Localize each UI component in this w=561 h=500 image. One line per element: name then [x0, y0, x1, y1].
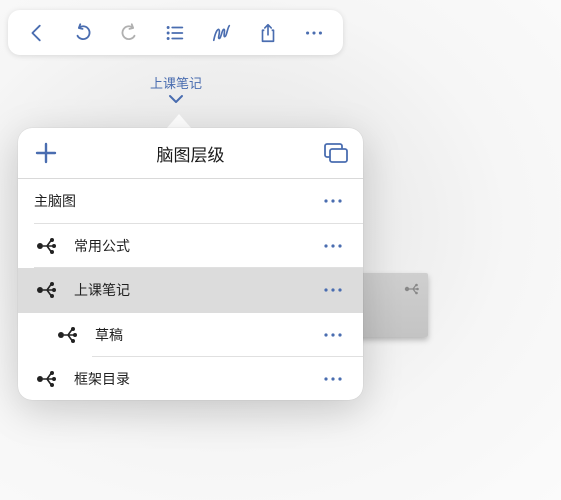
back-chevron-icon [31, 24, 41, 41]
outline-button[interactable] [160, 18, 190, 48]
share-button[interactable] [253, 18, 283, 48]
share-icon [261, 23, 275, 42]
hierarchy-row-label: 上课笔记 [74, 283, 130, 300]
scribble-button[interactable] [207, 18, 237, 48]
more-options-icon[interactable] [319, 280, 347, 300]
hierarchy-row[interactable]: 主脑图 [18, 179, 363, 224]
hierarchy-row-label: 常用公式 [74, 238, 130, 255]
hierarchy-row[interactable]: 常用公式 [18, 224, 363, 268]
undo-icon [76, 22, 91, 40]
scribble-pen-icon [212, 24, 230, 41]
document-title[interactable]: 上课笔记 [130, 73, 222, 92]
popover-arrow [166, 114, 192, 129]
outline-list-icon [167, 25, 184, 40]
more-options-icon[interactable] [319, 325, 347, 345]
hierarchy-row[interactable]: 上课笔记 [18, 268, 363, 313]
hierarchy-list: 主脑图常用公式上课笔记草稿框架目录 [18, 179, 363, 400]
more-options-icon[interactable] [319, 369, 347, 389]
more-options-icon[interactable] [319, 236, 347, 256]
more-icon [305, 30, 322, 35]
popover-title: 脑图层级 [156, 145, 225, 166]
popover-header: 脑图层级 [18, 128, 363, 179]
mindmap-icon [36, 236, 58, 256]
undo-button[interactable] [68, 18, 98, 48]
mindmap-hierarchy-popover: 脑图层级 主脑图常用公式上课笔记草稿框架目录 [18, 128, 363, 400]
redo-button[interactable] [114, 18, 144, 48]
toolbar [8, 10, 343, 55]
hierarchy-row[interactable]: 框架目录 [18, 357, 363, 400]
more-button[interactable] [299, 18, 329, 48]
mindmap-icon [404, 283, 419, 295]
mindmap-icon [36, 280, 58, 300]
hierarchy-row-label: 主脑图 [34, 194, 76, 211]
mindmap-icon [36, 369, 58, 389]
back-button[interactable] [22, 18, 52, 48]
add-icon[interactable] [34, 141, 58, 165]
hierarchy-row-label: 草稿 [95, 327, 123, 344]
hierarchy-row[interactable]: 草稿 [18, 313, 363, 357]
redo-icon [121, 22, 136, 40]
hierarchy-row-label: 框架目录 [74, 372, 130, 389]
chevron-down-icon[interactable] [168, 94, 184, 104]
more-options-icon[interactable] [319, 191, 347, 211]
windows-icon[interactable] [323, 141, 349, 165]
mindmap-icon [57, 325, 79, 345]
